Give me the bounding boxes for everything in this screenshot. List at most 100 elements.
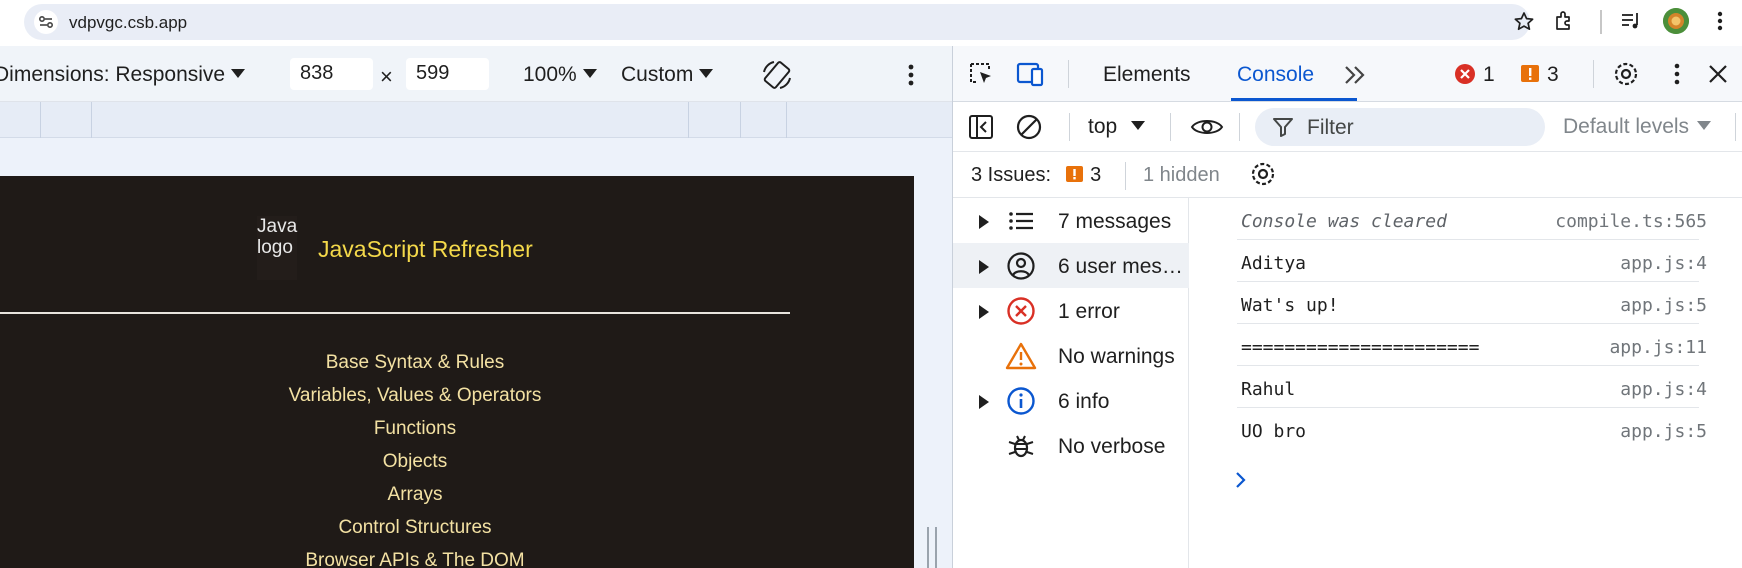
filter-input[interactable]: Filter [1255,108,1545,146]
sidebar-toggle-icon[interactable] [967,113,995,141]
zoom-dropdown[interactable]: 100% [523,63,597,87]
issues-link[interactable]: 3 Issues: 3 [971,164,1101,187]
message-text: Wat's up! [1241,295,1339,316]
issues-settings-gear-icon[interactable] [1249,160,1277,188]
sidebar-item-errors[interactable]: 1 error [953,288,1189,333]
nav-link[interactable]: Variables, Values & Operators [0,385,830,418]
devtools-menu-icon[interactable] [1667,60,1687,88]
dimensions-dropdown[interactable]: Dimensions: Responsive [0,63,246,87]
site-logo-broken-image: Java logo [257,216,297,280]
rotate-icon[interactable] [760,58,794,92]
error-icon [1005,296,1037,326]
context-dropdown[interactable]: top [1088,115,1146,139]
device-toolbar: Dimensions: Responsive 838 × 599 100% Cu… [0,46,952,102]
divider [0,312,790,314]
tune-icon[interactable] [34,10,58,34]
nav-link[interactable]: Arrays [0,484,830,517]
nav-link[interactable]: Functions [0,418,830,451]
omnibox[interactable]: vdpvgc.csb.app [24,4,1534,40]
close-icon[interactable] [1705,60,1731,88]
error-count-icon[interactable] [1454,60,1476,88]
console-message: UO bro app.js:5 [1189,408,1742,450]
devtools-tabbar: Elements Console 1 3 [953,46,1742,102]
extensions-icon[interactable] [1553,9,1577,33]
page-nav: Base Syntax & Rules Variables, Values & … [0,352,830,568]
message-text: Console was cleared [1241,211,1447,232]
console-message: Rahul app.js:4 [1189,366,1742,408]
issues-count: 3 [1090,164,1102,186]
sidebar-item-info[interactable]: 6 info [953,378,1189,423]
log-levels-dropdown[interactable]: Default levels [1563,115,1712,139]
site-title: JavaScript Refresher [318,236,533,262]
tab-console[interactable]: Console [1237,63,1314,87]
filter-placeholder: Filter [1307,116,1354,139]
hidden-count[interactable]: 1 hidden [1143,164,1220,187]
chevron-down-icon [231,69,246,78]
message-source-link[interactable]: app.js:11 [1609,337,1707,358]
expand-arrow-icon[interactable] [979,215,989,229]
warning-count[interactable]: 3 [1547,63,1559,87]
media-query-ruler[interactable] [0,102,952,138]
message-source-link[interactable]: compile.ts:565 [1555,211,1707,232]
sidebar-item-label: No warnings [1058,345,1175,368]
sidebar-item-label: No verbose [1058,435,1166,458]
expand-arrow-icon[interactable] [979,260,989,274]
message-text: UO bro [1241,421,1307,442]
bookmark-star-icon[interactable] [1512,10,1536,34]
browser-menu-icon[interactable] [1710,8,1730,34]
sidebar-item-label: 6 info [1058,390,1110,413]
expand-arrow-icon[interactable] [979,395,989,409]
sidebar-item-user-messages[interactable]: 6 user mes… [953,243,1189,288]
list-icon [1005,206,1037,236]
message-source-link[interactable]: app.js:5 [1620,421,1707,442]
nav-link[interactable]: Base Syntax & Rules [0,352,830,385]
info-icon [1005,386,1037,416]
warning-count-icon[interactable] [1519,60,1541,88]
toolbar-divider [1600,10,1602,34]
throttle-dropdown[interactable]: Custom [621,63,714,87]
more-tabs-chevron-icon[interactable] [1341,61,1371,89]
message-source-link[interactable]: app.js:4 [1620,379,1707,400]
settings-gear-icon[interactable] [1611,60,1641,88]
dimensions-label: Dimensions: Responsive [0,63,226,86]
sidebar-item-warnings[interactable]: No warnings [953,333,1189,378]
sidebar-item-verbose[interactable]: No verbose [953,423,1189,468]
viewport-resize-handle[interactable] [927,527,937,568]
avatar[interactable] [1663,8,1689,34]
throttle-label: Custom [621,63,694,86]
viewport-width-input[interactable]: 838 [290,58,373,90]
media-control-icon[interactable] [1619,9,1643,33]
live-expression-eye-icon[interactable] [1189,113,1225,141]
device-toggle-icon[interactable] [1015,60,1045,88]
browser-address-bar: vdpvgc.csb.app [0,0,1742,46]
console-toolbar: top Filter Default levels [953,102,1742,152]
filter-icon [1271,116,1295,138]
device-toolbar-menu-icon[interactable] [901,60,921,90]
active-tab-indicator [1231,98,1357,101]
console-message: Aditya app.js:4 [1189,240,1742,282]
console-prompt-chevron-icon[interactable] [1231,468,1251,492]
nav-link[interactable]: Browser APIs & The DOM [0,550,830,568]
viewport-side-gutter [914,176,952,568]
clear-console-icon[interactable] [1015,113,1043,141]
context-label: top [1088,115,1118,138]
message-source-link[interactable]: app.js:5 [1620,295,1707,316]
sidebar-item-messages[interactable]: 7 messages [953,198,1189,243]
console-message: ====================== app.js:11 [1189,324,1742,366]
message-source-link[interactable]: app.js:4 [1620,253,1707,274]
tab-elements[interactable]: Elements [1103,63,1191,87]
log-levels-label: Default levels [1563,115,1690,138]
url-text[interactable]: vdpvgc.csb.app [69,13,187,33]
console-sidebar: 7 messages 6 user mes… 1 error No warnin… [953,198,1189,568]
viewport-height-input[interactable]: 599 [406,58,489,90]
devtools-panel: Elements Console 1 3 top Filter Default … [952,46,1742,568]
issues-label: 3 Issues: [971,164,1052,186]
nav-link[interactable]: Control Structures [0,517,830,550]
chevron-down-icon [582,69,597,78]
chevron-down-icon [699,69,714,78]
emulated-page: Java logo JavaScript Refresher Base Synt… [0,176,914,568]
expand-arrow-icon[interactable] [979,305,989,319]
nav-link[interactable]: Objects [0,451,830,484]
error-count[interactable]: 1 [1483,63,1495,87]
inspect-element-icon[interactable] [967,60,997,88]
